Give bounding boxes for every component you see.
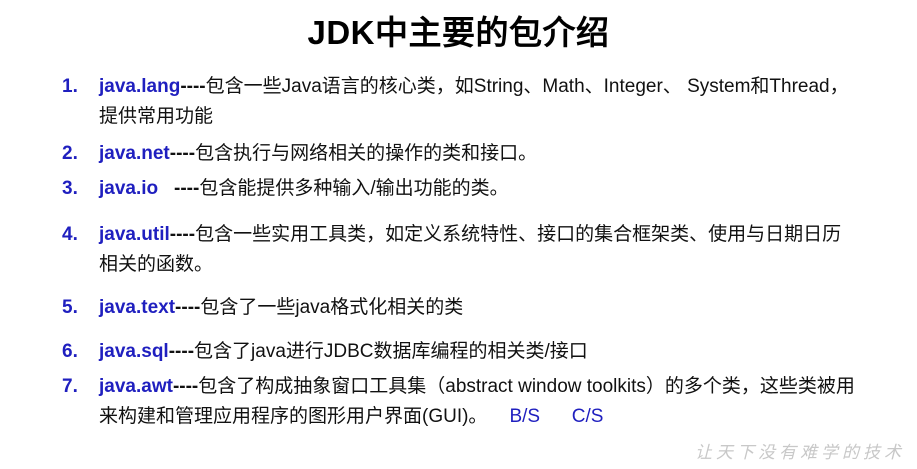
watermark-text: 让天下没有难学的技术 bbox=[695, 443, 905, 463]
package-name: java.text bbox=[99, 297, 176, 318]
separator-dash: ---- bbox=[175, 297, 201, 318]
separator-dash: ---- bbox=[168, 341, 195, 362]
item-content: java.sql----包含了java进行JDBC数据库编程的相关类/接口 bbox=[99, 337, 855, 367]
item-content: java.io ----包含能提供多种输入/输出功能的类。 bbox=[99, 174, 855, 204]
separator-dash: ---- bbox=[169, 143, 196, 164]
item-number: 4. bbox=[62, 224, 78, 245]
package-description: 包含了java进行JDBC数据库编程的相关类/接口 bbox=[194, 341, 588, 362]
package-name: java.util bbox=[99, 224, 170, 245]
package-description: 包含了构成抽象窗口工具集（abstract window toolkits）的多… bbox=[99, 376, 855, 427]
package-name: java.lang bbox=[99, 76, 181, 97]
separator-dash: ---- bbox=[158, 178, 200, 199]
package-description: 包含一些Java语言的核心类，如String、Math、Integer、 Sys… bbox=[99, 76, 849, 127]
item-number: 7. bbox=[62, 376, 78, 397]
item-number: 3. bbox=[62, 178, 78, 199]
separator-dash: ---- bbox=[172, 376, 199, 397]
package-name: java.net bbox=[99, 143, 170, 164]
item-number: 1. bbox=[62, 76, 78, 97]
item-number: 6. bbox=[62, 341, 78, 362]
item-content: java.awt----包含了构成抽象窗口工具集（abstract window… bbox=[99, 372, 855, 432]
package-description: 包含一些实用工具类，如定义系统特性、接口的集合框架类、使用与日期日历相关的函数。 bbox=[99, 224, 842, 275]
item-number: 2. bbox=[62, 143, 78, 164]
page-title: JDK中主要的包介绍 bbox=[307, 14, 610, 51]
separator-dash: ---- bbox=[180, 76, 206, 97]
package-name: java.awt bbox=[99, 376, 173, 397]
item-content: java.util----包含一些实用工具类，如定义系统特性、接口的集合框架类、… bbox=[99, 220, 855, 280]
item-content: java.net----包含执行与网络相关的操作的类和接口。 bbox=[99, 139, 855, 169]
architecture-note: B/S C/S bbox=[509, 406, 604, 427]
package-name: java.sql bbox=[99, 341, 169, 362]
separator-dash: ---- bbox=[169, 224, 196, 245]
item-content: java.text----包含了一些java格式化相关的类 bbox=[99, 293, 855, 323]
package-description: 包含执行与网络相关的操作的类和接口。 bbox=[195, 143, 538, 164]
package-description: 包含能提供多种输入/输出功能的类。 bbox=[199, 178, 509, 199]
package-name: java.io bbox=[99, 178, 159, 199]
item-content: java.lang----包含一些Java语言的核心类，如String、Math… bbox=[99, 72, 855, 132]
item-number: 5. bbox=[62, 297, 78, 318]
package-description: 包含了一些java格式化相关的类 bbox=[200, 297, 464, 318]
